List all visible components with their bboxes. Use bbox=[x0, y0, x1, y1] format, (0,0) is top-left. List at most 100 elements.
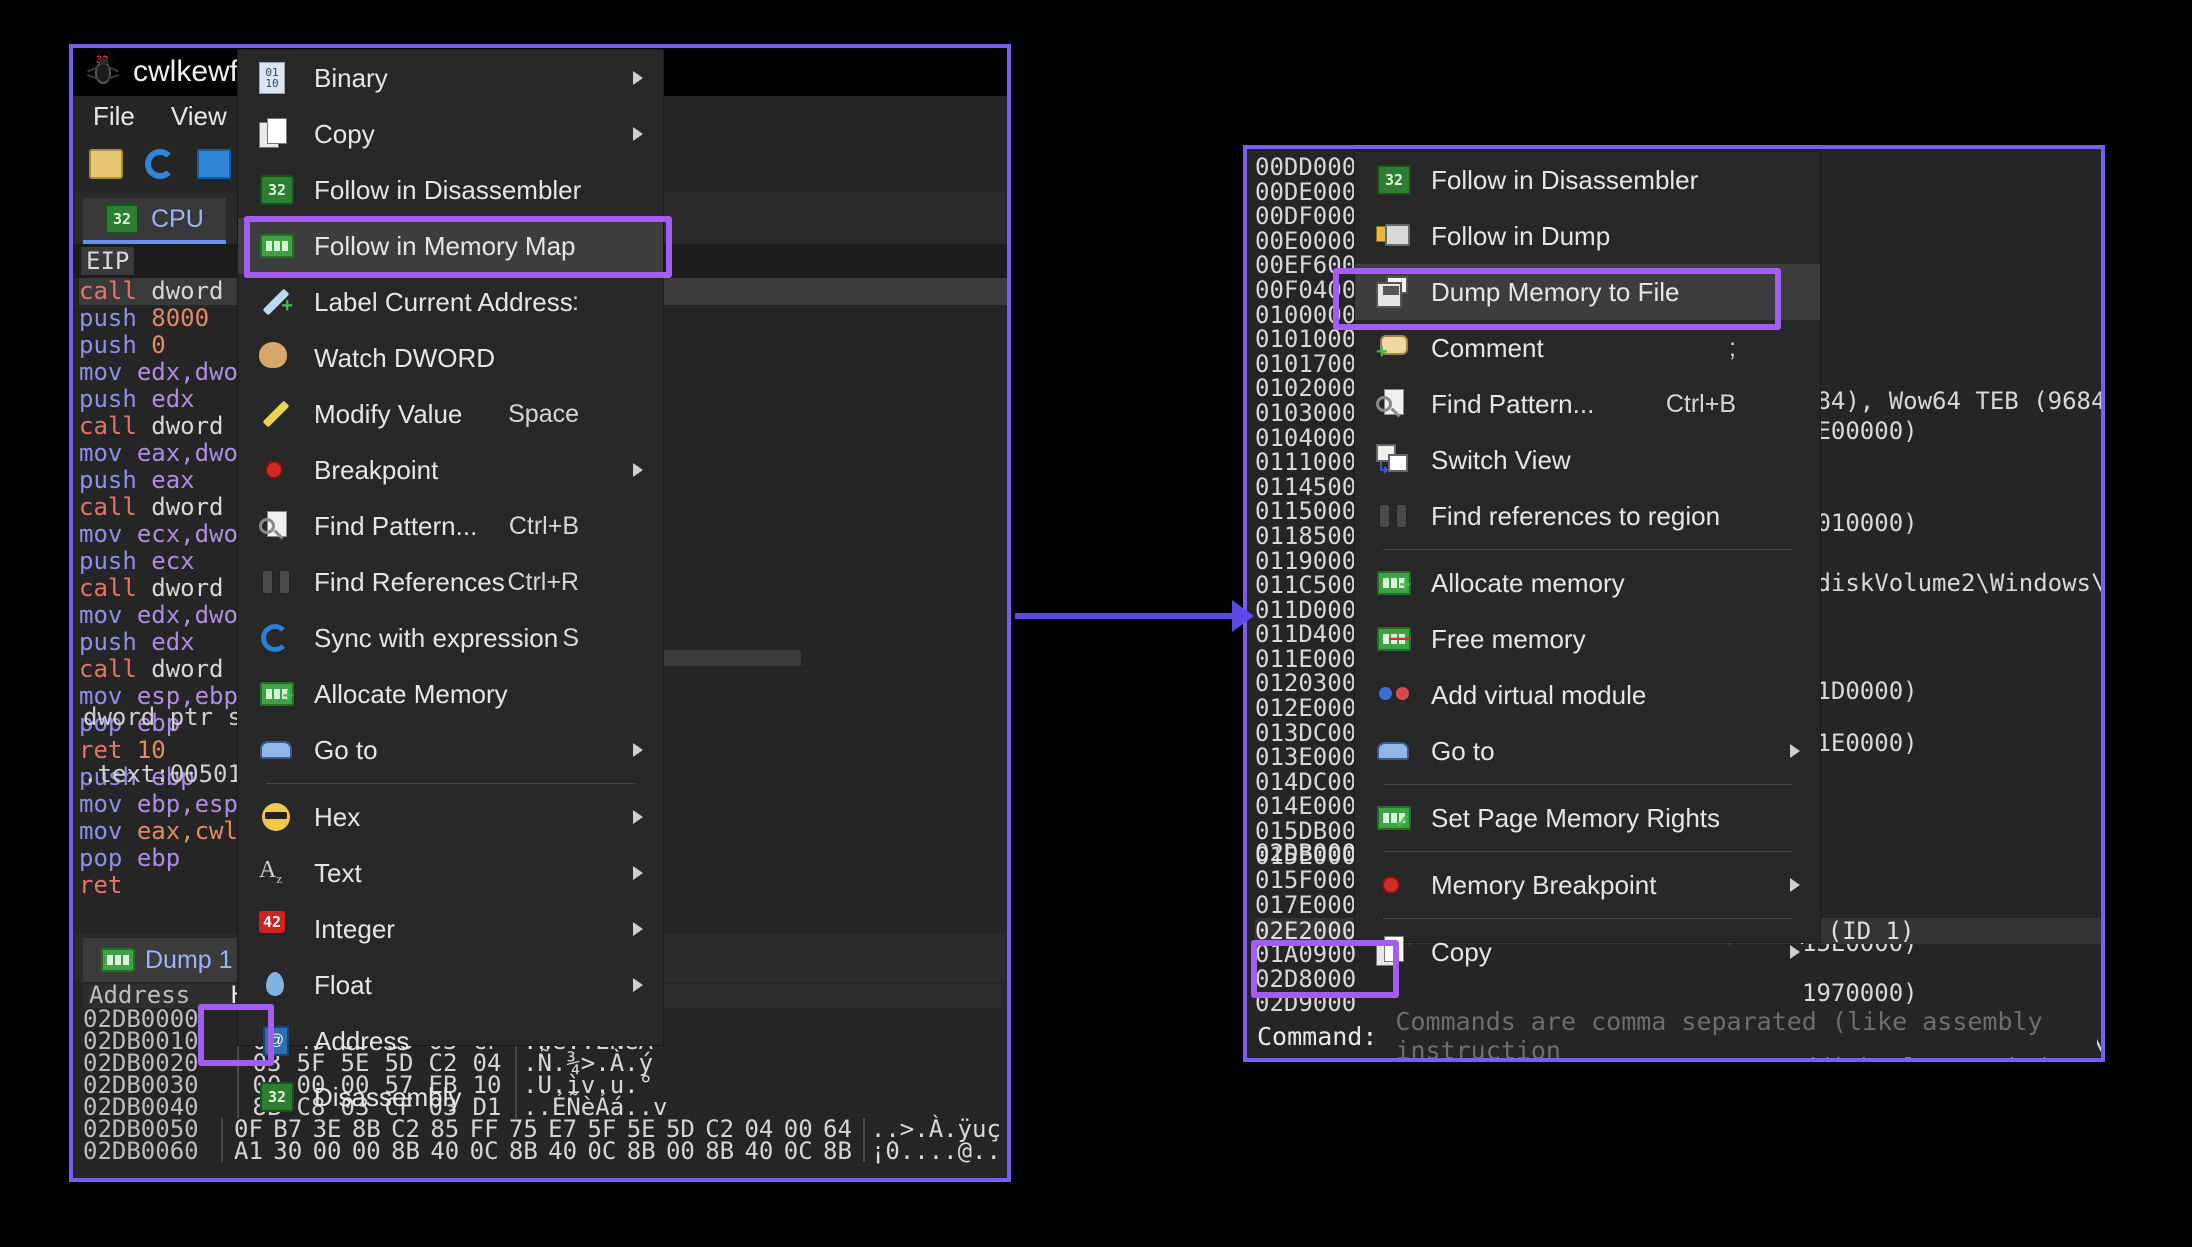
hex-byte[interactable]: 8B bbox=[504, 1140, 543, 1162]
menu-item-find-pattern[interactable]: Find Pattern...Ctrl+B bbox=[238, 498, 663, 554]
menu-item-label: Find Pattern... bbox=[1431, 389, 1594, 420]
menu-item-sync-with-expression[interactable]: Sync with expressionS bbox=[238, 610, 663, 666]
menu-item-icon-wrap bbox=[1371, 735, 1417, 767]
menu-item-icon-wrap bbox=[254, 969, 300, 1001]
menu-item-follow-in-memory-map[interactable]: Follow in Memory Map bbox=[238, 218, 663, 274]
menu-item-text[interactable]: AzText bbox=[238, 845, 663, 901]
menu-item-shortcut: : bbox=[572, 288, 579, 317]
menu-item-icon-wrap bbox=[254, 801, 300, 833]
menu-item-label: Integer bbox=[314, 914, 395, 945]
disasm-operands: ebp,esp bbox=[137, 790, 238, 818]
menu-item-set-page-memory-rights[interactable]: ✓Set Page Memory Rights bbox=[1355, 790, 1820, 846]
ram-check-icon: ✓ bbox=[1377, 806, 1411, 830]
menu-item-find-references-to-region[interactable]: Find references to region bbox=[1355, 488, 1820, 544]
hex-byte[interactable]: 8B bbox=[818, 1140, 857, 1162]
menu-item-icon-wrap bbox=[254, 234, 300, 258]
hex-byte[interactable]: 40 bbox=[739, 1140, 778, 1162]
hex-byte[interactable]: 40 bbox=[543, 1140, 582, 1162]
menu-item-icon-wrap: 32 bbox=[1371, 165, 1417, 195]
menu-item-float[interactable]: Float bbox=[238, 957, 663, 1013]
restart-icon[interactable] bbox=[145, 149, 175, 179]
tab-cpu[interactable]: 32 CPU bbox=[83, 198, 226, 244]
breakpoint-dot-icon bbox=[259, 454, 295, 486]
menu-item-allocate-memory[interactable]: +Allocate Memory bbox=[238, 666, 663, 722]
menu-item-icon-wrap bbox=[254, 510, 300, 542]
menu-item-copy[interactable]: Copy bbox=[1355, 924, 1820, 980]
x64dbg-bug-icon: 32 bbox=[83, 54, 123, 90]
menu-item-label: Allocate Memory bbox=[314, 679, 508, 710]
hex-byte[interactable]: 8B bbox=[700, 1140, 739, 1162]
menu-item-integer[interactable]: 42Integer bbox=[238, 901, 663, 957]
disasm-mnemonic: call bbox=[79, 655, 137, 683]
dump-tab-1-label: Dump 1 bbox=[145, 946, 233, 975]
hex-byte[interactable]: 0C bbox=[582, 1140, 621, 1162]
disasm-mnemonic: push bbox=[79, 466, 137, 494]
cpu-chip-icon: 32 bbox=[260, 175, 294, 205]
binoculars-icon bbox=[259, 566, 295, 598]
menu-item-switch-view[interactable]: ↳Switch View bbox=[1355, 432, 1820, 488]
hex-byte[interactable]: 8B bbox=[386, 1140, 425, 1162]
hex-byte[interactable]: 00 bbox=[307, 1140, 346, 1162]
menu-item-address[interactable]: @Address bbox=[238, 1013, 663, 1069]
menu-item-follow-in-disassembler[interactable]: 32Follow in Disassembler bbox=[238, 162, 663, 218]
menu-item-icon-wrap bbox=[254, 398, 300, 430]
hex-byte[interactable]: 8B bbox=[622, 1140, 661, 1162]
menu-item-label-current-address[interactable]: +Label Current Address: bbox=[238, 274, 663, 330]
hex-byte[interactable]: 00 bbox=[347, 1140, 386, 1162]
menu-item-dump-memory-to-file[interactable]: Dump Memory to File bbox=[1355, 264, 1820, 320]
ram-plus-icon: + bbox=[1377, 571, 1411, 595]
menu-item-follow-in-disassembler[interactable]: 32Follow in Disassembler bbox=[1355, 152, 1820, 208]
open-file-icon[interactable] bbox=[89, 149, 123, 179]
menu-item-follow-in-dump[interactable]: Follow in Dump bbox=[1355, 208, 1820, 264]
dump-context-menu[interactable]: 0110Binary Copy 32Follow in DisassemblerFo… bbox=[238, 50, 663, 1045]
watch-dog-icon bbox=[259, 342, 295, 374]
menu-item-label: Add virtual module bbox=[1431, 680, 1646, 711]
close-debug-icon[interactable] bbox=[197, 149, 231, 179]
dump-tab-1[interactable]: Dump 1 bbox=[83, 938, 251, 982]
hex-row[interactable]: 02DB0060A13000008B400C8B400C8B008B400C8B… bbox=[83, 1140, 1001, 1162]
menu-item-modify-value[interactable]: Modify ValueSpace bbox=[238, 386, 663, 442]
menu-item-hex[interactable]: Hex bbox=[238, 789, 663, 845]
menu-item-binary[interactable]: 0110Binary bbox=[238, 50, 663, 106]
chevron-right-icon bbox=[633, 71, 643, 85]
chevron-right-icon bbox=[633, 810, 643, 824]
menu-item-go-to[interactable]: Go to bbox=[1355, 723, 1820, 779]
hex-byte[interactable]: 0C bbox=[464, 1140, 503, 1162]
menu-item-free-memory[interactable]: —Free memory bbox=[1355, 611, 1820, 667]
disasm-mnemonic: mov bbox=[79, 439, 122, 467]
hex-byte[interactable]: 00 bbox=[661, 1140, 700, 1162]
memory-map-context-menu[interactable]: 32Follow in DisassemblerFollow in DumpDu… bbox=[1355, 152, 1820, 942]
menu-item-label: Copy bbox=[314, 119, 375, 150]
chevron-right-icon bbox=[633, 978, 643, 992]
menu-item-icon-wrap bbox=[254, 566, 300, 598]
menu-item-copy[interactable]: Copy bbox=[238, 106, 663, 162]
menu-item-find-pattern[interactable]: Find Pattern...Ctrl+B bbox=[1355, 376, 1820, 432]
flow-arrow-line bbox=[1015, 613, 1243, 619]
command-bar[interactable]: Command: Commands are comma separated (l… bbox=[1249, 1016, 2097, 1056]
menu-item-find-references[interactable]: Find ReferencesCtrl+R bbox=[238, 554, 663, 610]
menu-item-go-to[interactable]: Go to bbox=[238, 722, 663, 778]
menu-item-label: Watch DWORD bbox=[314, 343, 495, 374]
menu-item-comment[interactable]: +Comment; bbox=[1355, 320, 1820, 376]
switch-view-icon: ↳ bbox=[1376, 444, 1412, 476]
menu-file[interactable]: File bbox=[93, 101, 135, 132]
hex-byte[interactable]: 40 bbox=[425, 1140, 464, 1162]
disasm-mnemonic: push bbox=[79, 628, 137, 656]
menu-view[interactable]: View bbox=[171, 101, 227, 132]
menu-item-label: Find references to region bbox=[1431, 501, 1720, 532]
menu-item-watch-dword[interactable]: Watch DWORD bbox=[238, 330, 663, 386]
hex-byte[interactable]: A1 bbox=[229, 1140, 268, 1162]
menu-item-breakpoint[interactable]: Breakpoint bbox=[238, 442, 663, 498]
menu-item-icon-wrap bbox=[254, 118, 300, 150]
tab-cpu-label: CPU bbox=[151, 205, 204, 234]
menu-item-shortcut: Space bbox=[508, 400, 579, 429]
command-label: Command: bbox=[1257, 1022, 1377, 1051]
menu-item-allocate-memory[interactable]: +Allocate memory bbox=[1355, 555, 1820, 611]
command-input-placeholder[interactable]: Commands are comma separated (like assem… bbox=[1395, 1007, 2097, 1058]
truck-icon bbox=[1376, 220, 1412, 252]
menu-item-add-virtual-module[interactable]: Add virtual module bbox=[1355, 667, 1820, 723]
menu-item-memory-breakpoint[interactable]: Memory Breakpoint bbox=[1355, 857, 1820, 913]
hex-byte[interactable]: 30 bbox=[268, 1140, 307, 1162]
hex-byte[interactable]: 0C bbox=[779, 1140, 818, 1162]
menu-item-disassembly[interactable]: 32Disassembly bbox=[238, 1069, 663, 1125]
